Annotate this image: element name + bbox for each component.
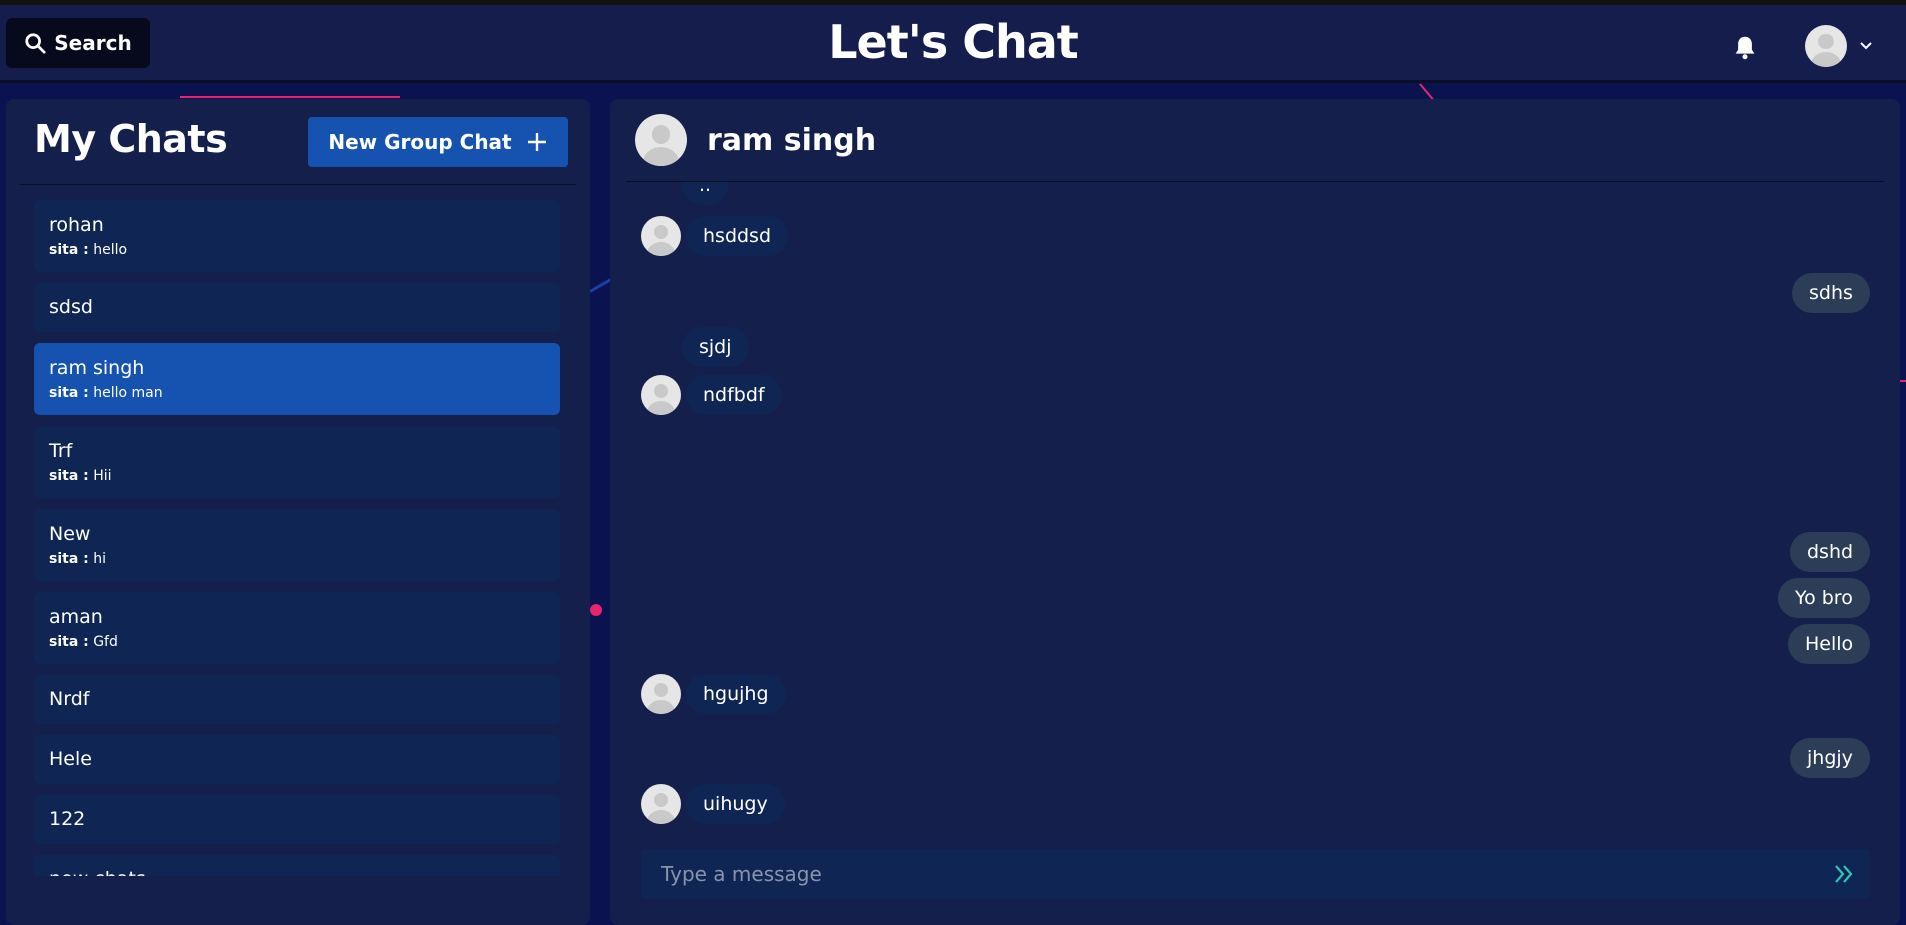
chevron-down-icon (1860, 42, 1872, 50)
my-chats-panel: My Chats New Group Chat rohan sita : hell… (6, 99, 590, 925)
last-message-text: Hii (93, 468, 112, 484)
plus-icon (527, 133, 546, 151)
chat-name: aman (49, 606, 103, 628)
decor-line (1419, 83, 1434, 100)
chat-list-item[interactable]: rohan sita : hello (34, 200, 560, 272)
last-message-sender: sita : (49, 385, 89, 401)
last-message-text: hello (93, 242, 128, 258)
decor-line (180, 96, 400, 98)
chat-last-message: sita : hello (49, 242, 545, 258)
chat-list-item[interactable]: aman sita : Gfd (34, 592, 560, 664)
avatar[interactable] (635, 114, 687, 166)
outgoing-message: dshd (1790, 532, 1871, 572)
profile-menu[interactable] (1805, 25, 1873, 67)
outgoing-message: sdhs (1792, 273, 1870, 313)
incoming-message: .. (682, 182, 729, 205)
chat-list-item[interactable]: Hele (34, 735, 560, 784)
avatar[interactable] (641, 216, 681, 256)
last-message-text: Gfd (93, 634, 118, 650)
notifications-button[interactable] (1730, 33, 1760, 63)
send-button[interactable] (1818, 849, 1870, 899)
last-message-text: hi (93, 551, 106, 567)
my-chats-header: My Chats New Group Chat (34, 117, 568, 171)
chat-name: ram singh (49, 357, 145, 379)
message-input[interactable] (641, 849, 1818, 899)
chat-name: Hele (49, 748, 92, 770)
chat-name: new chats (49, 869, 545, 877)
chat-name: 122 (49, 808, 86, 830)
chat-list-item[interactable]: sdsd (34, 283, 560, 332)
incoming-message: uihugy (686, 784, 785, 824)
conversation-panel: ram singh .. hsddsd sdhs sjdj ndfbdf dshd Yo b… (610, 99, 1900, 925)
conversation-header: ram singh (635, 114, 876, 166)
my-chats-title: My Chats (34, 117, 228, 161)
message-composer (641, 849, 1870, 899)
incoming-message: ndfbdf (686, 375, 782, 415)
chat-name: Nrdf (49, 688, 90, 710)
double-chevron-right-icon (1835, 865, 1853, 883)
new-group-chat-label: New Group Chat (328, 130, 512, 154)
chat-list-item[interactable]: Nrdf (34, 675, 560, 724)
chat-list-item[interactable]: Trf sita : Hii (34, 426, 560, 498)
outgoing-message: Yo bro (1778, 578, 1870, 618)
avatar[interactable] (641, 375, 681, 415)
chat-last-message: sita : Hii (49, 468, 545, 484)
avatar[interactable] (641, 784, 681, 824)
chat-list-item[interactable]: ram singh sita : hello man (34, 343, 560, 415)
incoming-message: sjdj (682, 327, 749, 367)
incoming-message: hgujhg (686, 674, 786, 714)
bell-icon (1735, 36, 1755, 60)
decor-dot (590, 604, 602, 616)
new-group-chat-button[interactable]: New Group Chat (308, 117, 568, 167)
outgoing-message: jhgjy (1790, 738, 1870, 778)
chat-name: rohan (49, 214, 104, 236)
divider (20, 184, 576, 185)
chat-list-item[interactable]: new chats (34, 855, 560, 876)
chat-last-message: sita : Gfd (49, 634, 545, 650)
chat-name: Trf (49, 440, 73, 462)
chat-list-item[interactable]: 122 (34, 795, 560, 844)
last-message-sender: sita : (49, 242, 89, 258)
app-title: Let's Chat (828, 15, 1079, 69)
chat-name: New (49, 523, 91, 545)
last-message-sender: sita : (49, 551, 89, 567)
chat-list[interactable]: rohan sita : hello sdsd ram singh sita : hel… (34, 200, 560, 876)
message-list[interactable]: .. hsddsd sdhs sjdj ndfbdf dshd Yo bro Hello hgu… (610, 182, 1900, 835)
last-message-sender: sita : (49, 634, 89, 650)
chat-last-message: sita : hi (49, 551, 545, 567)
outgoing-message: Hello (1788, 624, 1871, 664)
top-bar: Search Let's Chat (0, 0, 1906, 83)
avatar (1805, 25, 1847, 67)
incoming-message: hsddsd (686, 216, 789, 256)
last-message-text: hello man (93, 385, 163, 401)
chat-list-item[interactable]: New sita : hi (34, 509, 560, 581)
conversation-title: ram singh (707, 122, 877, 158)
chat-name: sdsd (49, 296, 93, 318)
chat-last-message: sita : hello man (49, 385, 545, 401)
avatar[interactable] (641, 674, 681, 714)
last-message-sender: sita : (49, 468, 89, 484)
